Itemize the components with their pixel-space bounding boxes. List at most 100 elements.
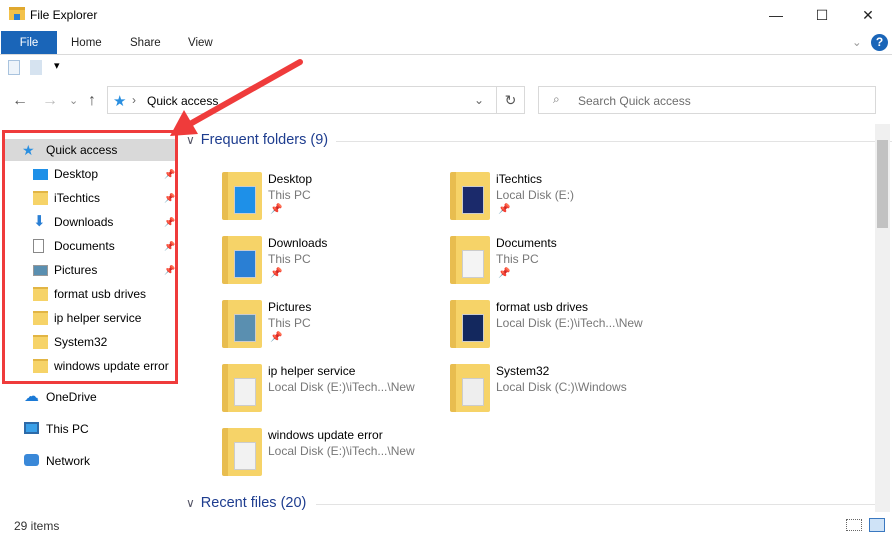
folder-location: This PC: [496, 252, 539, 266]
sidebar-item-label: Network: [46, 454, 91, 468]
recent-locations-button[interactable]: ⌄: [69, 94, 78, 107]
refresh-button[interactable]: ↻: [496, 87, 524, 113]
folder-tile[interactable]: iTechtics Local Disk (E:) 📌: [450, 172, 670, 232]
divider: [316, 504, 876, 505]
frequent-folders-label: Frequent folders (9): [200, 132, 329, 148]
tab-home[interactable]: Home: [71, 31, 102, 54]
folder-name: System32: [496, 364, 550, 378]
folder-name: format usb drives: [496, 300, 589, 314]
folder-location: This PC: [268, 316, 311, 330]
folder-thumbnail: [462, 186, 484, 214]
folder-thumbnail: [234, 314, 256, 342]
properties-icon[interactable]: [8, 60, 20, 75]
folder-icon: [450, 172, 490, 220]
folder-icon: [222, 172, 262, 220]
file-explorer-icon: [9, 7, 25, 20]
folder-icon: [222, 300, 262, 348]
sidebar-item-onedrive[interactable]: ☁ OneDrive: [0, 386, 178, 408]
help-icon[interactable]: ?: [871, 34, 888, 51]
folder-thumbnail: [234, 442, 256, 470]
forward-button[interactable]: →: [42, 92, 58, 110]
status-bar: 29 items: [0, 514, 892, 538]
folder-name: Documents: [496, 236, 557, 250]
customize-toolbar-icon[interactable]: ▾: [54, 59, 60, 72]
address-bar[interactable]: ★ › Quick access ⌄ ↻: [107, 86, 525, 114]
search-input[interactable]: ⌕ Search Quick access: [538, 86, 876, 114]
pin-icon[interactable]: 📌: [270, 332, 282, 343]
sidebar-item-label: OneDrive: [46, 390, 97, 404]
folder-name: windows update error: [268, 428, 383, 442]
folder-location: Local Disk (E:)\iTech...\New: [496, 316, 643, 330]
folder-tile[interactable]: Downloads This PC 📌: [222, 236, 442, 296]
up-button[interactable]: ↑: [88, 92, 96, 110]
folder-name: Downloads: [268, 236, 328, 250]
ribbon-tabs: File Home Share View ⌄ ?: [0, 31, 892, 55]
maximize-button[interactable]: ☐: [799, 0, 845, 30]
folder-thumbnail: [234, 250, 256, 278]
folder-location: Local Disk (E:)\iTech...\New: [268, 444, 415, 458]
folder-name: Pictures: [268, 300, 312, 314]
folder-tile[interactable]: Desktop This PC 📌: [222, 172, 442, 232]
chevron-down-icon: ∨: [186, 496, 195, 510]
folder-location: Local Disk (C:)\Windows: [496, 380, 627, 394]
folder-thumbnail: [234, 378, 256, 406]
tab-share[interactable]: Share: [130, 31, 161, 54]
search-icon: ⌕: [553, 92, 560, 106]
sidebar-item-network[interactable]: Network: [0, 450, 178, 472]
pin-icon[interactable]: 📌: [498, 204, 510, 215]
pin-icon[interactable]: 📌: [270, 268, 282, 279]
folder-icon: [450, 300, 490, 348]
folder-tile[interactable]: ip helper service Local Disk (E:)\iTech..…: [222, 364, 442, 424]
folder-tile[interactable]: format usb drives Local Disk (E:)\iTech..…: [450, 300, 670, 360]
star-icon: ★: [113, 93, 127, 110]
divider: [336, 141, 892, 142]
folder-name: Desktop: [268, 172, 313, 186]
sidebar-item-this-pc[interactable]: This PC: [0, 418, 178, 440]
tab-file[interactable]: File: [1, 31, 57, 54]
scrollbar-thumb[interactable]: [877, 140, 888, 228]
folder-icon: [222, 428, 262, 476]
new-folder-icon[interactable]: [30, 60, 42, 75]
cloud-icon: ☁: [24, 388, 39, 405]
folder-thumbnail: [462, 250, 484, 278]
breadcrumb-quick-access[interactable]: Quick access: [147, 94, 218, 108]
navigation-bar: ← → ⌄ ↑ ★ › Quick access ⌄ ↻ ⌕ Search Qu…: [0, 86, 892, 116]
folder-icon: [450, 364, 490, 412]
tab-view[interactable]: View: [188, 31, 213, 54]
folder-location: This PC: [268, 252, 311, 266]
expand-ribbon-icon[interactable]: ⌄: [852, 31, 862, 54]
back-button[interactable]: ←: [12, 92, 28, 110]
highlight-box: [2, 130, 178, 384]
folder-location: Local Disk (E:)\iTech...\New: [268, 380, 415, 394]
sidebar-item-label: This PC: [46, 422, 89, 436]
large-icons-view-icon[interactable]: [869, 518, 885, 532]
folder-icon: [222, 364, 262, 412]
folder-location: Local Disk (E:): [496, 188, 575, 202]
details-view-icon[interactable]: [846, 519, 862, 531]
pin-icon[interactable]: 📌: [498, 268, 510, 279]
breadcrumb-separator: ›: [132, 93, 136, 107]
pin-icon[interactable]: 📌: [270, 204, 282, 215]
chevron-down-icon: ∨: [186, 133, 195, 147]
folder-thumbnail: [462, 314, 484, 342]
folder-icon: [450, 236, 490, 284]
minimize-button[interactable]: —: [753, 0, 799, 30]
close-button[interactable]: ✕: [845, 0, 891, 30]
content-pane: ∨ Frequent folders (9) Desktop This PC 📌 iTe…: [186, 126, 892, 512]
address-dropdown-icon[interactable]: ⌄: [474, 93, 484, 107]
folder-name: iTechtics: [496, 172, 543, 186]
frequent-folders-header[interactable]: ∨ Frequent folders (9): [186, 132, 892, 148]
folder-tile[interactable]: System32 Local Disk (C:)\Windows: [450, 364, 670, 424]
folder-tile[interactable]: Pictures This PC 📌: [222, 300, 442, 360]
folder-tile[interactable]: windows update error Local Disk (E:)\iTec…: [222, 428, 442, 488]
window-title: File Explorer: [30, 8, 98, 22]
computer-icon: [24, 422, 39, 434]
search-placeholder: Search Quick access: [578, 94, 691, 108]
recent-files-label: Recent files (20): [200, 495, 307, 511]
folder-name: ip helper service: [268, 364, 356, 378]
item-count: 29 items: [14, 519, 60, 533]
folder-location: This PC: [268, 188, 311, 202]
folder-tile[interactable]: Documents This PC 📌: [450, 236, 670, 296]
recent-files-header[interactable]: ∨ Recent files (20): [186, 495, 876, 511]
title-bar: File Explorer — ☐ ✕: [0, 0, 892, 31]
